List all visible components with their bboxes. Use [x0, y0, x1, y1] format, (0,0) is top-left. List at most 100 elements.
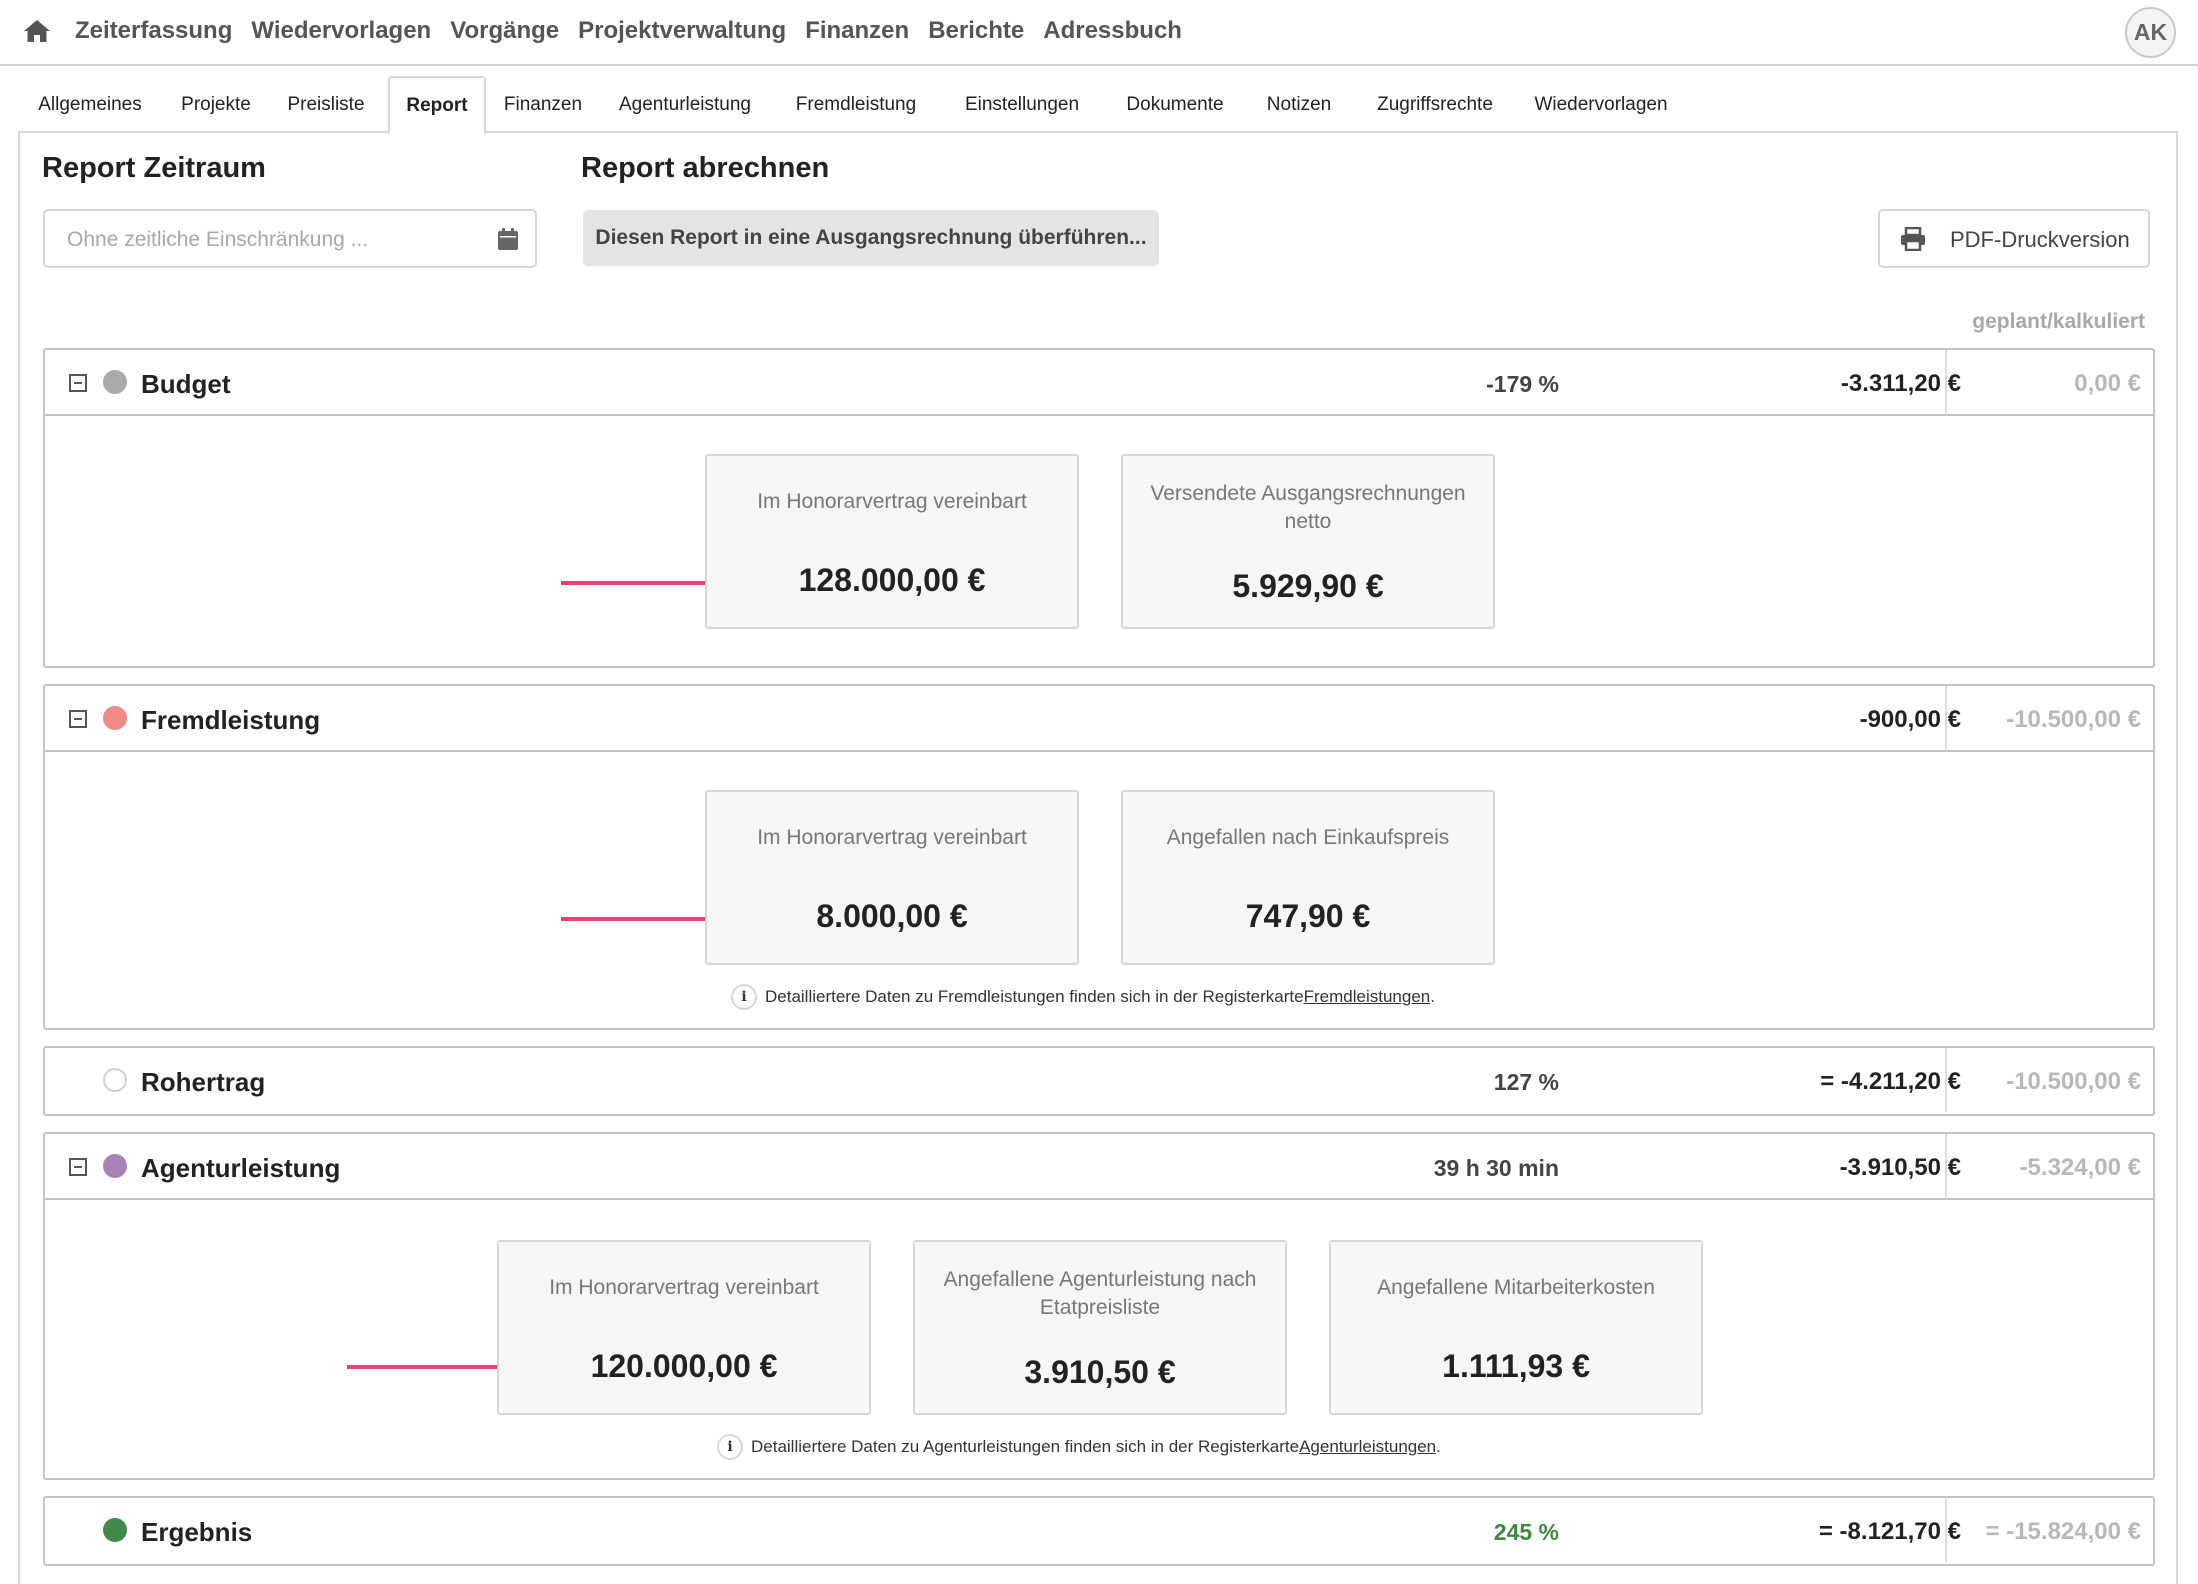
nav-adressbuch[interactable]: Adressbuch [1043, 17, 1182, 45]
rohertrag-title: Rohertrag [141, 1067, 266, 1097]
pdf-print-label: PDF-Druckversion [1950, 227, 2130, 252]
agenturleistung-card-mitarbeiter: Angefallene Mitarbeiterkosten 1.111,93 € [1329, 1240, 1703, 1415]
budget-status-dot [103, 370, 127, 394]
tab-report[interactable]: Report [388, 76, 486, 135]
card-label: Im Honorarvertrag vereinbart [757, 826, 1027, 849]
project-tabs: Allgemeines Projekte Preisliste Report F… [18, 76, 2178, 135]
date-range-input[interactable]: Ohne zeitliche Einschränkung ... [43, 209, 537, 268]
note-text: Detailliertere Daten zu Fremdleistungen … [765, 987, 1304, 1006]
top-navigation: Zeiterfassung Wiedervorlagen Vorgänge Pr… [0, 0, 2198, 66]
agenturleistung-header: Agenturleistung 39 h 30 min -3.910,50 € … [45, 1134, 2153, 1200]
agenturleistung-info-note: i Detailliertere Daten zu Agenturleistun… [717, 1434, 1441, 1460]
column-divider [1945, 686, 1947, 750]
report-bill-title: Report abrechnen [581, 152, 830, 184]
card-label: Im Honorarvertrag vereinbart [757, 490, 1027, 513]
fremdleistung-info-note: i Detailliertere Daten zu Fremdleistunge… [731, 984, 1435, 1010]
budget-value: -3.311,20 € [1840, 370, 1961, 397]
collapse-toggle-icon[interactable] [69, 1158, 87, 1176]
agenturleistung-planned: -5.324,00 € [2019, 1154, 2141, 1181]
ergebnis-planned: = -15.824,00 € [1985, 1518, 2141, 1545]
budget-card-honorar: Im Honorarvertrag vereinbart 128.000,00 … [705, 454, 1079, 629]
main-menu: Zeiterfassung Wiedervorlagen Vorgänge Pr… [75, 0, 1201, 62]
date-range-placeholder: Ohne zeitliche Einschränkung ... [67, 228, 369, 251]
tab-projekte[interactable]: Projekte [162, 76, 270, 133]
convert-to-invoice-button[interactable]: Diesen Report in eine Ausgangsrechnung ü… [583, 210, 1159, 266]
ergebnis-percent: 245 % [1493, 1519, 1559, 1545]
planned-column-header: geplant/kalkuliert [1972, 310, 2145, 333]
ergebnis-header: Ergebnis 245 % = -8.121,70 € = -15.824,0… [45, 1498, 2153, 1564]
rohertrag-planned: -10.500,00 € [2006, 1068, 2141, 1095]
tab-allgemeines[interactable]: Allgemeines [18, 76, 162, 133]
rohertrag-status-dot [103, 1068, 127, 1092]
tab-preisliste[interactable]: Preisliste [270, 76, 382, 133]
budget-panel: Budget -179 % -3.311,20 € 0,00 € Im Hono… [43, 348, 2155, 668]
agenturleistung-card-honorar: Im Honorarvertrag vereinbart 120.000,00 … [497, 1240, 871, 1415]
calendar-icon[interactable] [497, 227, 519, 251]
fremdleistung-planned: -10.500,00 € [2006, 706, 2141, 733]
agenturleistung-card-etat: Angefallene Agenturleistung nach Etatpre… [913, 1240, 1287, 1415]
card-label: Angefallene Mitarbeiterkosten [1377, 1276, 1655, 1299]
budget-card-invoices: Versendete Ausgangsrechnungen netto 5.92… [1121, 454, 1495, 629]
pdf-print-button[interactable]: PDF-Druckversion [1878, 209, 2150, 268]
tab-agenturleistung[interactable]: Agenturleistung [598, 76, 772, 133]
fremdleistung-status-dot [103, 706, 127, 730]
column-divider [1945, 1134, 1947, 1198]
nav-zeiterfassung[interactable]: Zeiterfassung [75, 17, 232, 45]
card-value: 8.000,00 € [816, 898, 968, 934]
note-end: . [1436, 1437, 1441, 1456]
fremdleistungen-link[interactable]: Fremdleistungen [1304, 987, 1431, 1007]
agenturleistung-status-dot [103, 1154, 127, 1178]
tab-dokumente[interactable]: Dokumente [1104, 76, 1246, 133]
nav-berichte[interactable]: Berichte [928, 17, 1024, 45]
note-end: . [1430, 987, 1435, 1006]
ergebnis-panel: Ergebnis 245 % = -8.121,70 € = -15.824,0… [43, 1496, 2155, 1566]
fremdleistung-header: Fremdleistung -900,00 € -10.500,00 € [45, 686, 2153, 752]
card-label: Im Honorarvertrag vereinbart [549, 1276, 819, 1299]
budget-planned: 0,00 € [2074, 370, 2141, 397]
user-avatar[interactable]: AK [2125, 7, 2176, 58]
note-text: Detailliertere Daten zu Agenturleistunge… [751, 1437, 1300, 1456]
fremdleistung-panel: Fremdleistung -900,00 € -10.500,00 € Im … [43, 684, 2155, 1030]
budget-header: Budget -179 % -3.311,20 € 0,00 € [45, 350, 2153, 416]
budget-percent: -179 % [1486, 371, 1559, 397]
ergebnis-title: Ergebnis [141, 1517, 253, 1547]
column-divider [1945, 1048, 1947, 1112]
ergebnis-status-dot [103, 1518, 127, 1542]
tab-einstellungen[interactable]: Einstellungen [940, 76, 1104, 133]
nav-vorgaenge[interactable]: Vorgänge [450, 17, 559, 45]
collapse-toggle-icon[interactable] [69, 374, 87, 392]
card-label: Versendete Ausgangsrechnungen netto [1150, 482, 1466, 533]
card-label: Angefallene Agenturleistung nach Etatpre… [943, 1268, 1257, 1319]
agenturleistung-hours: 39 h 30 min [1433, 1155, 1559, 1181]
card-value: 1.111,93 € [1442, 1348, 1590, 1384]
fremdleistung-card-honorar: Im Honorarvertrag vereinbart 8.000,00 € [705, 790, 1079, 965]
tab-notizen[interactable]: Notizen [1246, 76, 1352, 133]
printer-icon [1901, 227, 1925, 251]
fremdleistung-card-einkauf: Angefallen nach Einkaufspreis 747,90 € [1121, 790, 1495, 965]
nav-projektverwaltung[interactable]: Projektverwaltung [578, 17, 786, 45]
column-divider [1945, 350, 1947, 414]
agenturleistungen-link[interactable]: Agenturleistungen [1299, 1437, 1436, 1457]
card-value: 120.000,00 € [590, 1348, 778, 1384]
tab-wiedervorlagen[interactable]: Wiedervorlagen [1518, 76, 1684, 133]
card-value: 5.929,90 € [1232, 568, 1384, 604]
tab-zugriffsrechte[interactable]: Zugriffsrechte [1352, 76, 1518, 133]
card-label: Angefallen nach Einkaufspreis [1166, 826, 1450, 849]
card-value: 747,90 € [1245, 898, 1371, 934]
tab-finanzen[interactable]: Finanzen [488, 76, 598, 133]
info-icon: i [731, 984, 757, 1010]
agenturleistung-value: -3.910,50 € [1839, 1154, 1961, 1181]
agenturleistung-title: Agenturleistung [141, 1153, 341, 1183]
agenturleistung-panel: Agenturleistung 39 h 30 min -3.910,50 € … [43, 1132, 2155, 1480]
budget-title: Budget [141, 369, 231, 399]
rohertrag-header: Rohertrag 127 % = -4.211,20 € -10.500,00… [45, 1048, 2153, 1114]
report-period-title: Report Zeitraum [42, 152, 266, 184]
collapse-toggle-icon[interactable] [69, 710, 87, 728]
nav-wiedervorlagen[interactable]: Wiedervorlagen [251, 17, 431, 45]
tab-fremdleistung[interactable]: Fremdleistung [772, 76, 940, 133]
card-value: 3.910,50 € [1024, 1354, 1176, 1390]
nav-finanzen[interactable]: Finanzen [805, 17, 909, 45]
info-icon: i [717, 1434, 743, 1460]
fremdleistung-value: -900,00 € [1859, 706, 1961, 733]
home-icon[interactable] [22, 18, 52, 44]
